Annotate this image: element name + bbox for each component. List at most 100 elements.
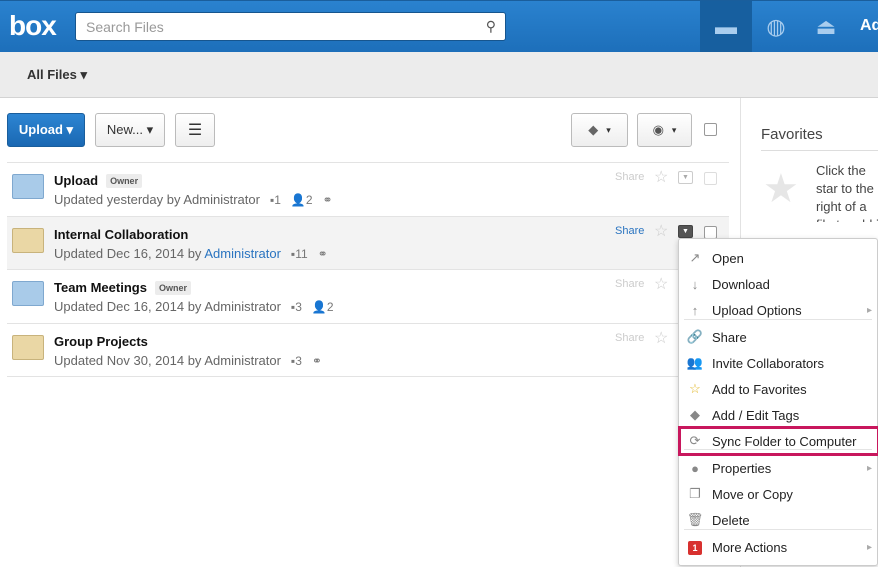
- view-caret: ▾: [671, 124, 677, 135]
- file-count: ▪3: [290, 354, 302, 368]
- menu-icon: 1: [684, 539, 706, 555]
- menu-icon: ☆: [689, 381, 701, 396]
- folder-name-wrap: Team Meetings Owner: [54, 280, 191, 295]
- collaborator-count: 👤2: [311, 300, 334, 314]
- folder-meta: Updated yesterday by Administrator ▪1 👤2 ⚭: [54, 192, 333, 207]
- folder-name[interactable]: Group Projects: [54, 334, 148, 349]
- list-end-divider: [7, 376, 729, 377]
- table-row[interactable]: Internal Collaboration Updated Dec 16, 2…: [7, 216, 729, 270]
- menu-item-download[interactable]: ↓ Download: [684, 272, 872, 296]
- menu-icon: 🔗: [686, 329, 704, 344]
- view-button[interactable]: ◉ ▾: [637, 113, 692, 147]
- folder-context-menu: ↗ Open ↓ Download ↑ Upload Options ▸ 🔗 Share 👥 Inv…: [678, 238, 878, 566]
- tag-caret: ▾: [606, 124, 611, 135]
- favorites-title: Favorites: [761, 126, 823, 143]
- globe-icon[interactable]: ◍: [750, 1, 802, 53]
- favorite-star-icon[interactable]: ☆: [654, 221, 668, 241]
- menu-label: Delete: [712, 512, 750, 528]
- menu-divider: [684, 529, 872, 530]
- file-count: ▪11: [290, 247, 308, 261]
- select-all-checkbox[interactable]: [704, 123, 717, 136]
- shared-folder-icon: [12, 281, 44, 306]
- table-row[interactable]: Upload Owner Updated yesterday by Adminis…: [7, 162, 729, 216]
- menu-item-open[interactable]: ↗ Open: [684, 246, 872, 270]
- folder-name-wrap: Upload Owner: [54, 173, 143, 188]
- link-icon: ⚭: [311, 354, 322, 368]
- table-row[interactable]: Team Meetings Owner Updated Dec 16, 2014 …: [7, 269, 729, 323]
- row-menu-button[interactable]: ▼: [678, 225, 693, 238]
- inbox-icon[interactable]: ⏏: [800, 1, 852, 53]
- user-name: Administrator: [183, 192, 260, 207]
- menu-item-properties[interactable]: ● Properties ▸: [684, 456, 872, 480]
- menu-item-move-or-copy[interactable]: ❐ Move or Copy: [684, 482, 872, 506]
- favorite-star-icon[interactable]: ☆: [654, 328, 668, 348]
- new-button[interactable]: New... ▾: [95, 113, 165, 147]
- admin-link[interactable]: Admin: [860, 17, 878, 35]
- favorite-star-icon[interactable]: ☆: [654, 167, 668, 187]
- files-nav-folder-icon[interactable]: ▬: [700, 1, 752, 53]
- menu-label: Invite Collaborators: [712, 355, 824, 371]
- user-name: Administrator: [204, 353, 281, 368]
- submenu-arrow-icon: ▸: [866, 541, 872, 553]
- tag-icon: ◆: [588, 122, 599, 137]
- menu-label: Move or Copy: [712, 486, 793, 502]
- share-link[interactable]: Share: [615, 171, 644, 183]
- menu-item-more-actions[interactable]: 1 More Actions ▸: [684, 535, 872, 559]
- menu-label: Share: [712, 329, 747, 345]
- folder-name[interactable]: Internal Collaboration: [54, 227, 188, 242]
- link-icon: ⚭: [322, 193, 333, 207]
- star-icon: ★: [763, 167, 799, 211]
- folder-icon: [12, 335, 44, 360]
- favorites-hint: Click the star to the right of a file to…: [816, 163, 878, 222]
- search-placeholder: Search Files: [86, 19, 164, 35]
- submenu-arrow-icon: ▸: [866, 462, 872, 474]
- folder-name-wrap: Internal Collaboration: [54, 227, 188, 242]
- menu-label: Add / Edit Tags: [712, 407, 800, 423]
- menu-item-invite-collaborators[interactable]: 👥 Invite Collaborators: [684, 351, 872, 375]
- menu-divider: [684, 449, 872, 450]
- row-checkbox[interactable]: [704, 172, 717, 185]
- menu-item-share[interactable]: 🔗 Share: [684, 325, 872, 349]
- file-count: ▪1: [269, 193, 281, 207]
- folder-name[interactable]: Upload: [54, 173, 98, 188]
- top-bar: box Search Files ⚲ ▬ ◍ ⏏ Admin: [0, 0, 878, 53]
- share-link[interactable]: Share: [615, 225, 644, 237]
- table-row[interactable]: Group Projects Updated Nov 30, 2014 by A…: [7, 323, 729, 377]
- share-link[interactable]: Share: [615, 332, 644, 344]
- all-files-dropdown[interactable]: All Files ▾: [27, 67, 87, 83]
- submenu-arrow-icon: ▸: [866, 304, 872, 316]
- menu-item-add-edit-tags[interactable]: ◆ Add / Edit Tags: [684, 403, 872, 427]
- owner-badge: Owner: [154, 281, 191, 295]
- menu-label: Open: [712, 250, 744, 266]
- collaborator-count: 👤2: [290, 193, 313, 207]
- folder-meta: Updated Nov 30, 2014 by Administrator ▪3 ⚭: [54, 353, 322, 368]
- file-count: ▪3: [290, 300, 302, 314]
- updated-text: Updated Dec 16, 2014 by: [54, 299, 205, 314]
- link-icon: ⚭: [317, 247, 328, 261]
- updated-text: Updated yesterday by: [54, 192, 184, 207]
- favorite-star-icon[interactable]: ☆: [654, 274, 668, 294]
- search-input[interactable]: Search Files ⚲: [75, 12, 506, 41]
- user-name: Administrator: [204, 299, 281, 314]
- upload-button[interactable]: Upload ▾: [7, 113, 85, 147]
- folder-icon: [12, 228, 44, 253]
- menu-icon: 👥: [686, 355, 704, 370]
- menu-item-add-to-favorites[interactable]: ☆ Add to Favorites: [684, 377, 872, 401]
- menu-label: Sync Folder to Computer: [712, 433, 857, 449]
- menu-icon: 🗑: [686, 512, 704, 527]
- share-link[interactable]: Share: [615, 278, 644, 290]
- notes-icon[interactable]: ☰: [175, 113, 215, 147]
- tag-button[interactable]: ◆ ▾: [571, 113, 628, 147]
- search-icon[interactable]: ⚲: [486, 18, 496, 35]
- folder-meta: Updated Dec 16, 2014 by Administrator ▪11…: [54, 246, 328, 261]
- folder-meta: Updated Dec 16, 2014 by Administrator ▪3 👤…: [54, 299, 334, 314]
- box-logo[interactable]: box: [9, 10, 57, 42]
- sub-bar: All Files ▾: [0, 52, 878, 98]
- user-link[interactable]: Administrator: [204, 246, 281, 261]
- owner-badge: Owner: [106, 174, 143, 188]
- row-menu-button[interactable]: ▼: [678, 171, 693, 184]
- menu-label: More Actions: [712, 539, 788, 555]
- menu-label: Download: [712, 276, 770, 292]
- folder-name[interactable]: Team Meetings: [54, 280, 147, 295]
- menu-icon: ↑: [691, 302, 699, 318]
